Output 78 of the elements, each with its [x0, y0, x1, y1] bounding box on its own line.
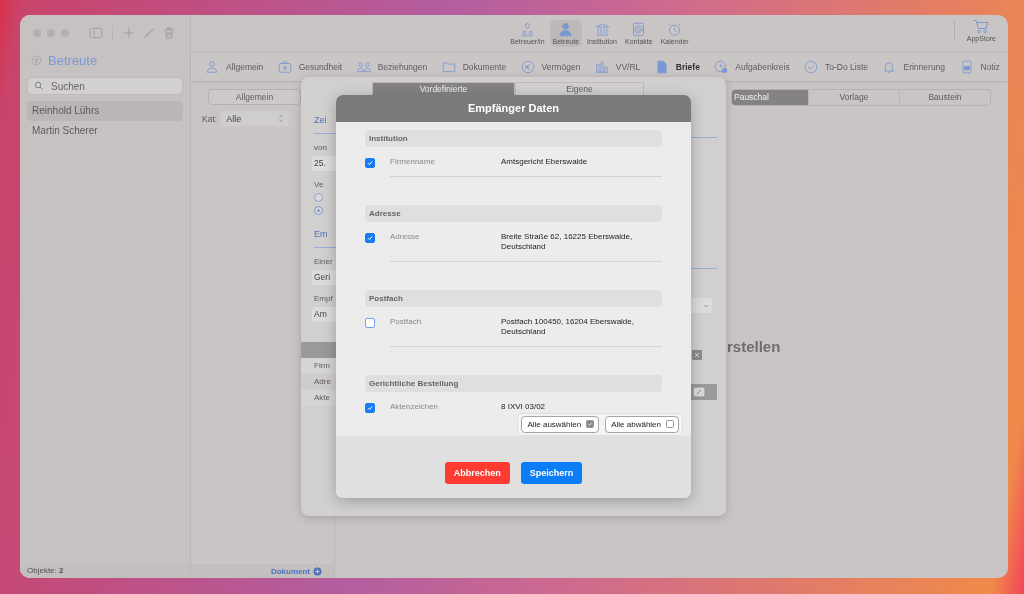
field-label: von [314, 143, 328, 152]
person-icon [205, 60, 219, 74]
select-all-button[interactable]: Alle auswählen [521, 415, 600, 433]
tab[interactable]: Vermögen [520, 60, 581, 74]
section-header: Gerichtliche Bestellung [365, 374, 662, 392]
folder-icon [441, 60, 456, 74]
radio-button[interactable] [314, 193, 323, 202]
document-icon [654, 60, 669, 74]
checkbox[interactable] [365, 157, 375, 168]
field-label: Einer [314, 257, 334, 266]
pencil-icon[interactable] [142, 26, 156, 40]
search-icon [34, 81, 44, 91]
segment[interactable]: Vorlage [808, 90, 899, 105]
tab[interactable]: VV/RL [594, 60, 641, 74]
checkbox[interactable] [365, 317, 375, 328]
chevron-down-icon [703, 303, 709, 308]
sidebar-item[interactable]: Reinhold Lührs [27, 101, 183, 121]
tab[interactable]: Notiz [959, 60, 1000, 74]
tab[interactable]: Allgemein [205, 60, 264, 74]
sidebar-toggle-icon[interactable] [89, 26, 103, 40]
alarm-clock-icon [667, 22, 683, 37]
section-header: Adresse [365, 204, 662, 222]
bank-icon [594, 22, 610, 37]
address-book-icon [631, 22, 647, 37]
clear-icon[interactable] [692, 350, 702, 360]
notebook-icon [959, 60, 974, 74]
field-label: Empf [314, 294, 334, 303]
sidebar-item[interactable]: Martin Scherer [27, 121, 183, 141]
segment[interactable]: Pauschal [732, 90, 808, 105]
bar-chart-icon [594, 60, 609, 74]
clock-check-icon [714, 60, 729, 74]
tab[interactable]: Erinnerung [882, 60, 946, 74]
field-value: Breite Straße 62, 16225 Eberswalde, Deutschland [501, 231, 634, 252]
checkbox[interactable] [365, 402, 375, 413]
category-select[interactable]: Alle [221, 111, 290, 126]
cancel-button[interactable]: Abbrechen [444, 462, 510, 485]
save-button[interactable]: Speichern [520, 462, 583, 485]
field-label: Aktenzeichen [390, 401, 440, 412]
field-label: Adresse [390, 231, 421, 243]
deselect-all-button[interactable]: Alle abwählen [605, 415, 679, 433]
heading: rstellen [727, 338, 782, 355]
sidebar-title: Betreute [48, 52, 98, 68]
trash-icon[interactable] [162, 26, 176, 40]
field-label: Ve [314, 180, 325, 189]
section-header: Postfach [365, 289, 662, 307]
category-button[interactable]: Allgemein [208, 89, 301, 105]
tab[interactable]: Gesundheit [277, 60, 343, 74]
field-label: Postfach [390, 316, 423, 328]
people-icon [519, 22, 535, 37]
radio-button[interactable] [314, 206, 323, 215]
field-value: Amtsgericht Eberswalde [501, 156, 589, 167]
sheet-tab[interactable]: Vordefinierte [372, 82, 515, 95]
cart-icon [973, 19, 990, 34]
check-circle-icon [804, 60, 819, 74]
dialog-title: Empfänger Daten [467, 102, 560, 115]
tab[interactable]: Beziehungen [356, 60, 428, 74]
tab[interactable]: Aufgabenkreis [714, 60, 790, 74]
edit-icon[interactable] [692, 386, 706, 398]
up-down-chevron-icon [278, 114, 285, 123]
object-count: Objekte: 2 [27, 566, 64, 575]
segment[interactable]: Baustein [899, 90, 990, 105]
dropdown-field[interactable] [691, 298, 712, 313]
tab[interactable]: Briefe [654, 60, 700, 74]
person-icon [558, 22, 574, 37]
filter-label: Kat: [202, 113, 218, 124]
section-header: Institution [365, 129, 662, 147]
list-circle-icon[interactable] [31, 54, 42, 66]
add-icon[interactable] [122, 26, 136, 40]
tab[interactable]: Dokumente [441, 60, 507, 74]
medical-bag-icon [277, 60, 292, 74]
two-persons-icon [356, 60, 371, 74]
field-value: Postfach 100450, 16204 Eberswalde, Deutschland [501, 316, 635, 337]
search-field[interactable]: Suchen [27, 77, 183, 95]
bell-icon [882, 60, 897, 74]
field-label: Firmenname [390, 156, 436, 167]
field-value: 8 IXVI 03/02 [501, 401, 547, 412]
tab[interactable]: To-Do Liste [804, 60, 869, 74]
checkbox[interactable] [365, 232, 375, 243]
